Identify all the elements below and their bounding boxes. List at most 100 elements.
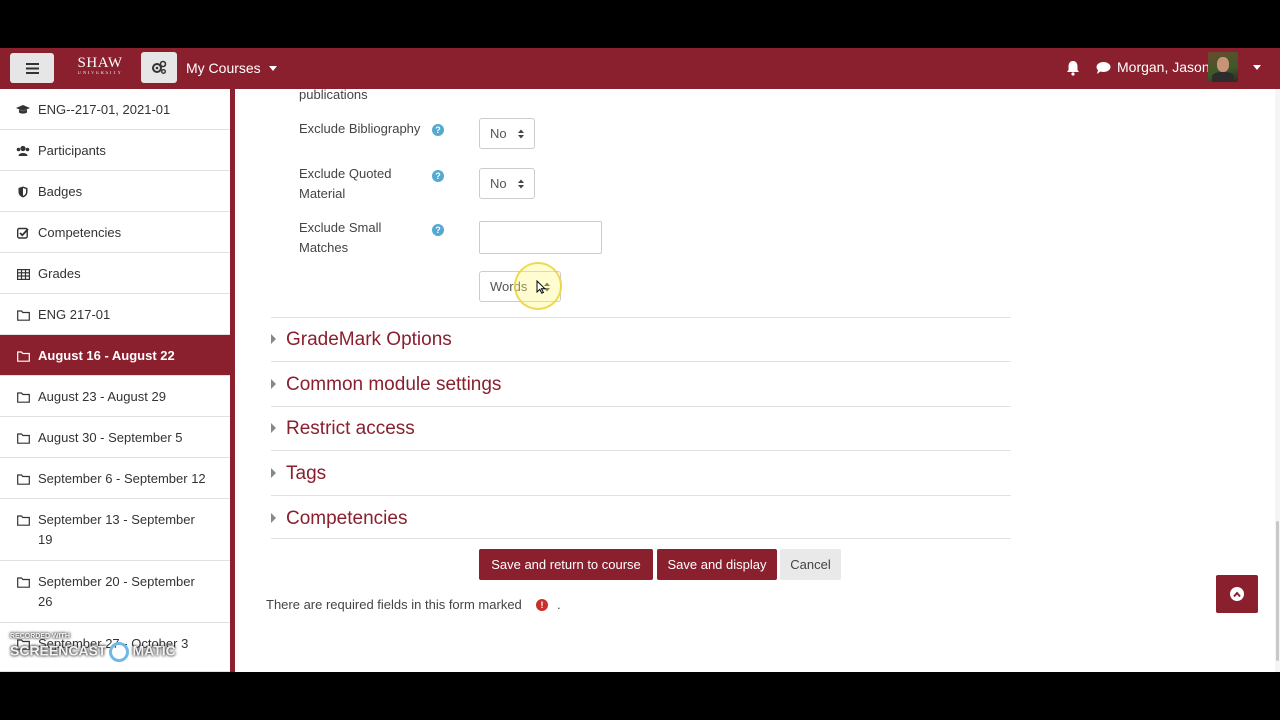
required-note-period: . [557,597,561,612]
table-icon [16,267,30,281]
section-title: Competencies [286,508,408,529]
section-restrict-access[interactable]: Restrict access [271,406,1011,450]
folder-icon [16,575,30,589]
caret-right-icon [271,423,276,433]
sidebar-item-section-general[interactable]: ENG 217-01 [0,294,230,335]
sidebar-item-label: September 13 - September 19 [38,512,195,547]
select-value: No [490,176,507,191]
my-courses-label: My Courses [186,60,261,76]
logo-subtext: UNIVERSITY [77,71,123,76]
section-competencies[interactable]: Competencies [271,495,1011,539]
help-question-icon[interactable]: ? [432,124,444,136]
sidebar-item-week-aug-16[interactable]: August 16 - August 22 [0,335,230,376]
cancel-button[interactable]: Cancel [780,549,841,580]
sidebar-item-label: ENG 217-01 [38,307,111,322]
user-avatar[interactable] [1208,52,1238,82]
sidebar-item-course-home[interactable]: ENG--217-01, 2021-01 [0,89,230,130]
section-grademark-options[interactable]: GradeMark Options [271,317,1011,361]
hamburger-icon [25,62,39,74]
check-square-icon [16,226,30,240]
exclude-small-matches-input[interactable] [479,221,602,254]
page-scrollbar[interactable] [1275,89,1280,672]
select-value: No [490,126,507,141]
folder-icon [16,431,30,445]
my-courses-menu[interactable]: My Courses [186,60,277,76]
sidebar-item-grades[interactable]: Grades [0,253,230,294]
graduation-cap-icon [16,103,30,117]
field-label-exclude-bibliography: Exclude Bibliography [299,121,421,136]
sidebar-item-week-aug-30[interactable]: August 30 - September 5 [0,417,230,458]
sidebar-item-label: August 16 - August 22 [38,348,175,363]
chevron-down-icon [268,65,277,71]
caret-right-icon [271,513,276,523]
watermark-small-text: RECORDED WITH [10,633,70,640]
sidebar-item-competencies[interactable]: Competencies [0,212,230,253]
sidebar-item-label: August 23 - August 29 [38,389,166,404]
scrollbar-thumb[interactable] [1276,521,1279,661]
sidebar-item-label: Grades [38,266,81,281]
messages-chat-icon[interactable] [1096,61,1111,80]
sidebar-item-badges[interactable]: Badges [0,171,230,212]
back-to-top-button[interactable] [1216,575,1258,613]
folder-icon [16,390,30,404]
section-title: Restrict access [286,418,415,439]
section-title: GradeMark Options [286,329,452,350]
sidebar-item-label: Participants [38,143,106,158]
sidebar-item-label: Competencies [38,225,122,240]
notifications-bell-icon[interactable] [1066,60,1080,81]
folder-icon [16,349,30,363]
folder-icon [16,472,30,486]
field-label-publications: publications [299,87,368,102]
sidebar-item-week-sep-6[interactable]: September 6 - September 12 [0,458,230,499]
caret-right-icon [271,379,276,389]
sidebar-item-week-sep-20[interactable]: September 20 - September 26 [0,561,230,623]
section-common-module-settings[interactable]: Common module settings [271,361,1011,406]
section-title: Tags [286,463,327,484]
select-arrows-icon [518,129,524,138]
mouse-pointer-icon [536,280,546,294]
user-menu-chevron-down-icon[interactable] [1253,65,1261,70]
section-tags[interactable]: Tags [271,450,1011,495]
watermark-text-left: SCREENCAST [10,642,107,659]
browser-viewport: SHAW UNIVERSITY My Courses Morgan, Jason [0,48,1280,672]
help-question-icon[interactable]: ? [432,224,444,236]
section-title: Common module settings [286,374,502,395]
screencast-logo-icon [109,642,130,662]
recording-watermark: RECORDED WITH SCREENCAST MATIC [10,633,176,662]
help-question-icon[interactable]: ? [432,170,444,182]
sidebar-item-label: September 6 - September 12 [38,471,206,486]
field-label-exclude-quoted-material: Exclude Quoted Material [299,166,392,201]
sidebar-item-label: August 30 - September 5 [38,430,183,445]
select-arrows-icon [518,179,524,188]
folder-icon [16,513,30,527]
course-navigation-drawer: ENG--217-01, 2021-01 Participants Badges… [0,89,230,672]
sidebar-item-participants[interactable]: Participants [0,130,230,171]
sidebar-item-week-aug-23[interactable]: August 23 - August 29 [0,376,230,417]
logo-text: SHAW [77,55,123,71]
sidebar-item-label: September 20 - September 26 [38,574,195,609]
exclude-quoted-material-select[interactable]: No [479,168,535,199]
main-content: publications Exclude Bibliography ? No E… [235,87,1280,672]
arrow-up-icon [1230,587,1244,601]
shield-icon [16,185,30,199]
required-fields-note: There are required fields in this form m… [266,597,522,612]
sidebar-item-week-sep-13[interactable]: September 13 - September 19 [0,499,230,561]
sidebar-item-label: ENG--217-01, 2021-01 [38,102,171,117]
site-logo[interactable]: SHAW UNIVERSITY [74,55,126,77]
save-and-return-button[interactable]: Save and return to course [479,549,653,580]
exclude-bibliography-select[interactable]: No [479,118,535,149]
cogs-icon [152,60,167,74]
field-label-exclude-small-matches: Exclude Small Matches [299,220,382,255]
user-menu-name[interactable]: Morgan, Jason [1117,59,1210,75]
sidebar-item-label: Badges [38,184,83,199]
caret-right-icon [271,468,276,478]
nav-drawer-toggle-button[interactable] [10,53,54,83]
caret-right-icon [271,334,276,344]
required-exclamation-icon: ! [536,599,548,611]
course-settings-button[interactable] [141,52,177,83]
watermark-text-right: MATIC [132,642,176,659]
top-navbar: SHAW UNIVERSITY My Courses Morgan, Jason [0,48,1280,89]
users-icon [16,144,30,158]
folder-icon [16,308,30,322]
save-and-display-button[interactable]: Save and display [657,549,777,580]
